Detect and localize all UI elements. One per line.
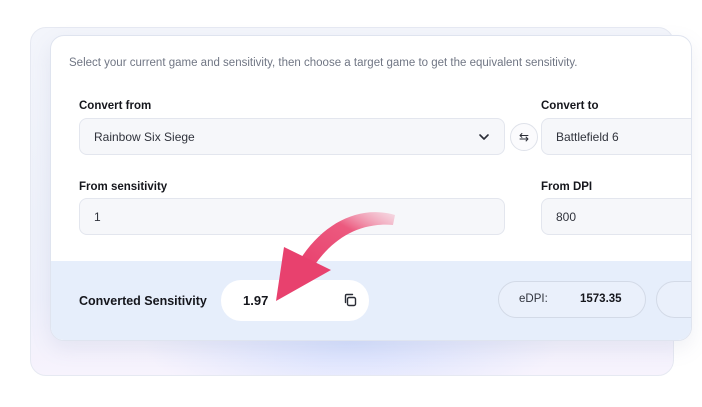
- convert-from-select[interactable]: Rainbow Six Siege: [79, 118, 505, 155]
- convert-to-select[interactable]: Battlefield 6: [541, 118, 691, 155]
- convert-from-value: Rainbow Six Siege: [94, 130, 195, 144]
- from-dpi-value: 800: [556, 210, 577, 224]
- from-dpi-label: From DPI: [541, 181, 593, 193]
- intro-text: Select your current game and sensitivity…: [69, 57, 578, 69]
- edpi-label: eDPI:: [519, 293, 548, 305]
- from-sensitivity-label: From sensitivity: [79, 181, 168, 193]
- convert-to-value: Battlefield 6: [556, 130, 619, 144]
- result-band: Converted Sensitivity 1.97 eDPI: 1573.35: [51, 261, 691, 340]
- convert-to-label: Convert to: [541, 100, 599, 112]
- secondary-pill: [656, 281, 691, 318]
- converted-sensitivity-label: Converted Sensitivity: [79, 294, 207, 308]
- from-dpi-input[interactable]: 800: [541, 198, 691, 235]
- edpi-pill: eDPI: 1573.35: [498, 281, 646, 318]
- edpi-value: 1573.35: [580, 293, 622, 305]
- convert-from-label: Convert from: [79, 100, 152, 112]
- copy-icon[interactable]: [342, 292, 358, 308]
- converted-sensitivity-value: 1.97: [243, 293, 269, 308]
- converted-sensitivity-pill: 1.97: [221, 280, 369, 321]
- swap-games-button[interactable]: ⇆: [510, 123, 538, 151]
- from-sensitivity-input[interactable]: 1: [79, 198, 505, 235]
- from-sensitivity-value: 1: [94, 210, 101, 224]
- swap-icon: ⇆: [518, 130, 530, 144]
- converter-card: Select your current game and sensitivity…: [50, 35, 692, 341]
- chevron-down-icon: [479, 134, 489, 140]
